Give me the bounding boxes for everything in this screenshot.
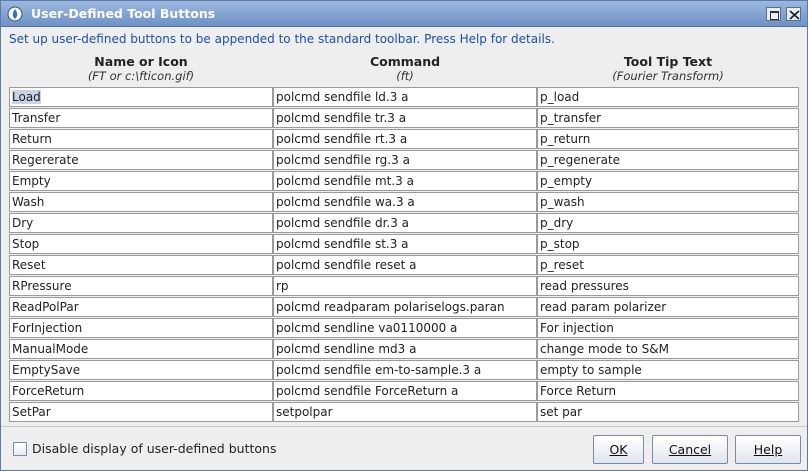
command-field[interactable]: polcmd sendfile rg.3 a	[273, 150, 537, 170]
name-field[interactable]: Empty	[9, 171, 273, 191]
name-field[interactable]: Wash	[9, 192, 273, 212]
table-row: SetPar setpolpar set par	[9, 402, 801, 422]
table-row: Dry polcmd sendfile dr.3 a p_dry	[9, 213, 801, 233]
name-field[interactable]: Regererate	[9, 150, 273, 170]
help-button[interactable]: Help	[735, 435, 801, 464]
command-field[interactable]: polcmd sendfile mt.3 a	[273, 171, 537, 191]
window-title: User-Defined Tool Buttons	[31, 6, 216, 21]
column-title: Name or Icon	[94, 54, 188, 69]
title-bar[interactable]: User-Defined Tool Buttons	[1, 1, 807, 27]
tooltip-field[interactable]: change mode to S&M	[537, 339, 799, 359]
tooltip-field[interactable]: For injection	[537, 318, 799, 338]
table-row: Regererate polcmd sendfile rg.3 a p_rege…	[9, 150, 801, 170]
name-field[interactable]: Transfer	[9, 108, 273, 128]
command-field[interactable]: polcmd sendfile reset a	[273, 255, 537, 275]
tooltip-field[interactable]: p_regenerate	[537, 150, 799, 170]
tooltip-field[interactable]: set par	[537, 402, 799, 422]
name-field[interactable]: Return	[9, 129, 273, 149]
name-field[interactable]: ForInjection	[9, 318, 273, 338]
column-hint: (ft)	[396, 69, 414, 83]
column-hint: (FT or c:\fticon.gif)	[87, 69, 195, 83]
intro-text: Set up user-defined buttons to be append…	[9, 32, 555, 46]
command-field[interactable]: polcmd sendfile em-to-sample.3 a	[273, 360, 537, 380]
column-title: Tool Tip Text	[623, 54, 713, 69]
command-field[interactable]: polcmd sendline va0110000 a	[273, 318, 537, 338]
name-field[interactable]: SetPar	[9, 402, 273, 422]
disable-buttons-checkbox[interactable]	[13, 442, 27, 456]
cancel-label: Cancel	[668, 442, 712, 457]
cancel-button[interactable]: Cancel	[652, 435, 728, 464]
tooltip-field[interactable]: p_stop	[537, 234, 799, 254]
tooltip-field[interactable]: p_wash	[537, 192, 799, 212]
tooltip-field[interactable]: p_reset	[537, 255, 799, 275]
tooltip-field[interactable]: p_dry	[537, 213, 799, 233]
table-row: Return polcmd sendfile rt.3 a p_return	[9, 129, 801, 149]
tooltip-field[interactable]: p_load	[537, 87, 799, 107]
help-label: Help	[753, 442, 783, 457]
command-field[interactable]: polcmd sendfile wa.3 a	[273, 192, 537, 212]
command-field[interactable]: polcmd sendfile st.3 a	[273, 234, 537, 254]
maximize-icon[interactable]	[766, 7, 781, 21]
name-field[interactable]: Load	[9, 87, 273, 107]
column-hint: (Fourier Transform)	[612, 69, 724, 83]
table-row: EmptySave polcmd sendfile em-to-sample.3…	[9, 360, 801, 380]
column-header-name: Name or Icon (FT or c:\fticon.gif)	[9, 54, 273, 83]
table-row: ForInjection polcmd sendline va0110000 a…	[9, 318, 801, 338]
name-field[interactable]: Dry	[9, 213, 273, 233]
table-row: Load polcmd sendfile ld.3 a p_load	[9, 87, 801, 107]
name-field[interactable]: RPressure	[9, 276, 273, 296]
column-title: Command	[369, 54, 441, 69]
tooltip-field[interactable]: p_empty	[537, 171, 799, 191]
ok-button[interactable]: OK	[593, 435, 644, 464]
name-field[interactable]: ReadPolPar	[9, 297, 273, 317]
close-icon[interactable]	[786, 7, 801, 21]
table-row: Stop polcmd sendfile st.3 a p_stop	[9, 234, 801, 254]
name-field[interactable]: Reset	[9, 255, 273, 275]
selected-text: Load	[12, 90, 41, 104]
tooltip-field[interactable]: p_return	[537, 129, 799, 149]
table-row: RPressure rp read pressures	[9, 276, 801, 296]
command-field[interactable]: polcmd sendfile ForceReturn a	[273, 381, 537, 401]
table-row: Reset polcmd sendfile reset a p_reset	[9, 255, 801, 275]
tooltip-field[interactable]: Force Return	[537, 381, 799, 401]
name-field[interactable]: EmptySave	[9, 360, 273, 380]
command-field[interactable]: polcmd sendfile rt.3 a	[273, 129, 537, 149]
table-row: ForceReturn polcmd sendfile ForceReturn …	[9, 381, 801, 401]
name-field[interactable]: ForceReturn	[9, 381, 273, 401]
command-field[interactable]: setpolpar	[273, 402, 537, 422]
ok-label: OK	[609, 442, 628, 457]
table-row: Transfer polcmd sendfile tr.3 a p_transf…	[9, 108, 801, 128]
name-field[interactable]: ManualMode	[9, 339, 273, 359]
app-icon	[7, 6, 23, 22]
command-field[interactable]: polcmd sendfile tr.3 a	[273, 108, 537, 128]
command-field[interactable]: polcmd sendfile ld.3 a	[273, 87, 537, 107]
column-header-tooltip: Tool Tip Text (Fourier Transform)	[537, 54, 799, 83]
table-row: ManualMode polcmd sendline md3 a change …	[9, 339, 801, 359]
dialog-window: User-Defined Tool Buttons Set up user-de…	[0, 0, 808, 471]
table-row: ReadPolPar polcmd readparam polariselogs…	[9, 297, 801, 317]
command-field[interactable]: polcmd readparam polariselogs.paran	[273, 297, 537, 317]
table-row: Empty polcmd sendfile mt.3 a p_empty	[9, 171, 801, 191]
tooltip-field[interactable]: p_transfer	[537, 108, 799, 128]
command-field[interactable]: polcmd sendline md3 a	[273, 339, 537, 359]
tooltip-field[interactable]: read param polarizer	[537, 297, 799, 317]
column-header-command: Command (ft)	[273, 54, 537, 83]
command-field[interactable]: polcmd sendfile dr.3 a	[273, 213, 537, 233]
command-field[interactable]: rp	[273, 276, 537, 296]
tooltip-field[interactable]: empty to sample	[537, 360, 799, 380]
name-field[interactable]: Stop	[9, 234, 273, 254]
footer-divider	[1, 426, 807, 427]
tooltip-field[interactable]: read pressures	[537, 276, 799, 296]
disable-buttons-label[interactable]: Disable display of user-defined buttons	[32, 441, 276, 456]
table-row: Wash polcmd sendfile wa.3 a p_wash	[9, 192, 801, 212]
